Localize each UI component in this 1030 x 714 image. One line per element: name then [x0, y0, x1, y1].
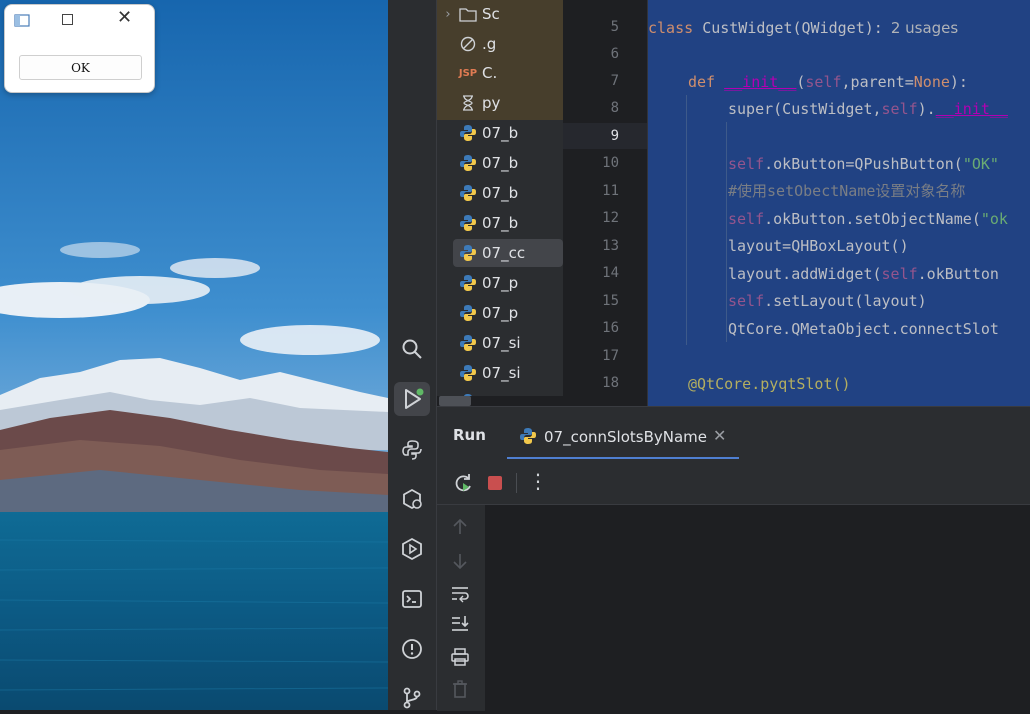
- run-icon[interactable]: [400, 387, 424, 411]
- run-header: Run 07_connSlotsByName ✕: [437, 407, 1030, 459]
- current-line-highlight: [563, 123, 647, 149]
- line-number: 7: [610, 73, 619, 89]
- maximize-button[interactable]: [62, 14, 73, 25]
- line-number: 17: [602, 348, 619, 364]
- python-console-icon[interactable]: [400, 438, 424, 462]
- tree-horizontal-scrollbar[interactable]: [439, 396, 471, 406]
- python-icon: [459, 154, 477, 172]
- python-packages-icon[interactable]: [400, 487, 424, 511]
- window-icon: [14, 14, 30, 27]
- run-tab-label: 07_connSlotsByName: [544, 428, 708, 446]
- code-line-13: layout=QHBoxLayout(): [728, 236, 909, 255]
- tree-item-python-file[interactable]: 07_b: [437, 120, 563, 146]
- tree-item-python-file[interactable]: 07_w: [437, 389, 563, 396]
- python-icon: [459, 334, 477, 352]
- line-number: 5: [610, 19, 619, 35]
- trash-icon[interactable]: [450, 679, 470, 699]
- line-number: 12: [602, 210, 619, 226]
- code-line-15: self .setLayout(layout): [728, 291, 927, 310]
- indent-guide: [686, 95, 687, 345]
- code-line-14: layout.addWidget(self .okButton: [728, 264, 999, 283]
- code-line-7: def __init__(self ,parent= None):: [688, 72, 968, 91]
- git-icon[interactable]: [400, 686, 424, 710]
- close-button[interactable]: ✕: [117, 7, 132, 28]
- arrow-up-icon[interactable]: [450, 517, 470, 537]
- tree-item-jsp[interactable]: JSP C.: [437, 60, 563, 86]
- python-icon: [459, 244, 477, 262]
- code-line-18: @QtCore.pyqtSlot(): [688, 374, 851, 393]
- tree-item-py[interactable]: py: [437, 90, 563, 116]
- usages-hint[interactable]: 2 usages: [891, 19, 958, 37]
- python-icon: [459, 124, 477, 142]
- tree-item-python-file[interactable]: 07_b: [437, 210, 563, 236]
- python-icon: [459, 184, 477, 202]
- run-side-toolbar: [437, 505, 485, 711]
- line-number: 11: [602, 183, 619, 199]
- code-line-16: QtCore.QMetaObject.connectSlot: [728, 319, 999, 338]
- line-number: 6: [610, 46, 619, 62]
- tool-window-bar: [388, 0, 437, 710]
- run-console-output[interactable]: [485, 505, 1030, 711]
- python-icon: [459, 274, 477, 292]
- desktop-wallpaper: [0, 0, 388, 710]
- line-number: 16: [602, 320, 619, 336]
- code-line-5: class CustWidget(QWidget): 2 usages: [648, 18, 959, 37]
- code-line-12: self .okButton.setObjectName("ok: [728, 209, 1008, 228]
- tree-item-folder[interactable]: › Sc: [437, 1, 563, 27]
- pycharm-ide: › Sc .g JSP C. py 07_b 07_b 07_b 07_b 07…: [388, 0, 1030, 711]
- python-icon: [459, 364, 477, 382]
- run-title: Run: [453, 426, 486, 444]
- run-tool-window: Run 07_connSlotsByName ✕ ⋮: [437, 406, 1030, 711]
- run-tab[interactable]: 07_connSlotsByName ✕: [507, 415, 739, 459]
- line-number: 15: [602, 293, 619, 309]
- tree-item-python-file[interactable]: 07_si: [437, 360, 563, 386]
- search-icon[interactable]: [400, 337, 424, 361]
- terminal-icon[interactable]: [400, 587, 424, 611]
- python-icon: [520, 428, 536, 444]
- tree-item-python-file-selected[interactable]: 07_cc: [437, 240, 563, 266]
- tree-item-gitignore[interactable]: .g: [437, 31, 563, 57]
- line-number: 18: [602, 375, 619, 391]
- line-number: 10: [602, 155, 619, 171]
- soft-wrap-icon[interactable]: [450, 583, 470, 603]
- more-options-icon[interactable]: ⋮: [527, 469, 549, 493]
- run-toolbar: ⋮: [437, 459, 1030, 505]
- scroll-to-end-icon[interactable]: [450, 613, 470, 633]
- stop-icon[interactable]: [484, 472, 506, 494]
- hourglass-icon: [459, 94, 477, 112]
- chevron-right-icon: ›: [445, 6, 451, 22]
- close-icon[interactable]: ✕: [713, 426, 726, 445]
- tree-item-python-file[interactable]: 07_p: [437, 270, 563, 296]
- line-number: 8: [610, 100, 619, 116]
- close-icon: ✕: [117, 7, 133, 28]
- code-editor[interactable]: class CustWidget(QWidget): 2 usages def _…: [648, 0, 1030, 406]
- code-line-8: super(CustWidget, self). __init__: [728, 99, 1008, 118]
- code-line-11: #使用setObectName设置对象名称: [728, 182, 966, 200]
- folder-icon: [459, 5, 477, 23]
- line-number: 14: [602, 265, 619, 281]
- line-number-current: 9: [610, 128, 619, 144]
- project-tree: › Sc .g JSP C. py 07_b 07_b 07_b 07_b 07…: [437, 0, 563, 396]
- tree-item-python-file[interactable]: 07_p: [437, 300, 563, 326]
- qt-custwidget-window: ✕ OK: [4, 4, 155, 93]
- tree-item-python-file[interactable]: 07_si: [437, 330, 563, 356]
- mountain-lake-scene: [0, 0, 388, 710]
- line-number: 13: [602, 238, 619, 254]
- jsp-icon: JSP: [458, 67, 478, 79]
- python-icon: [459, 304, 477, 322]
- ok-button[interactable]: OK: [19, 55, 142, 80]
- problems-icon[interactable]: [400, 637, 424, 661]
- arrow-down-icon[interactable]: [450, 551, 470, 571]
- line-number-gutter: 5 6 7 8 9 10 11 12 13 14 15 16 17 18: [563, 0, 648, 406]
- rerun-icon[interactable]: [452, 472, 474, 494]
- tree-item-python-file[interactable]: 07_b: [437, 150, 563, 176]
- indent-guide: [726, 122, 727, 342]
- tree-item-python-file[interactable]: 07_b: [437, 180, 563, 206]
- ignore-icon: [459, 35, 477, 53]
- python-icon: [459, 214, 477, 232]
- services-icon[interactable]: [400, 537, 424, 561]
- print-icon[interactable]: [450, 647, 470, 667]
- toolbar-divider: [516, 473, 517, 493]
- code-line-10: self .okButton=QPushButton("OK": [728, 154, 999, 173]
